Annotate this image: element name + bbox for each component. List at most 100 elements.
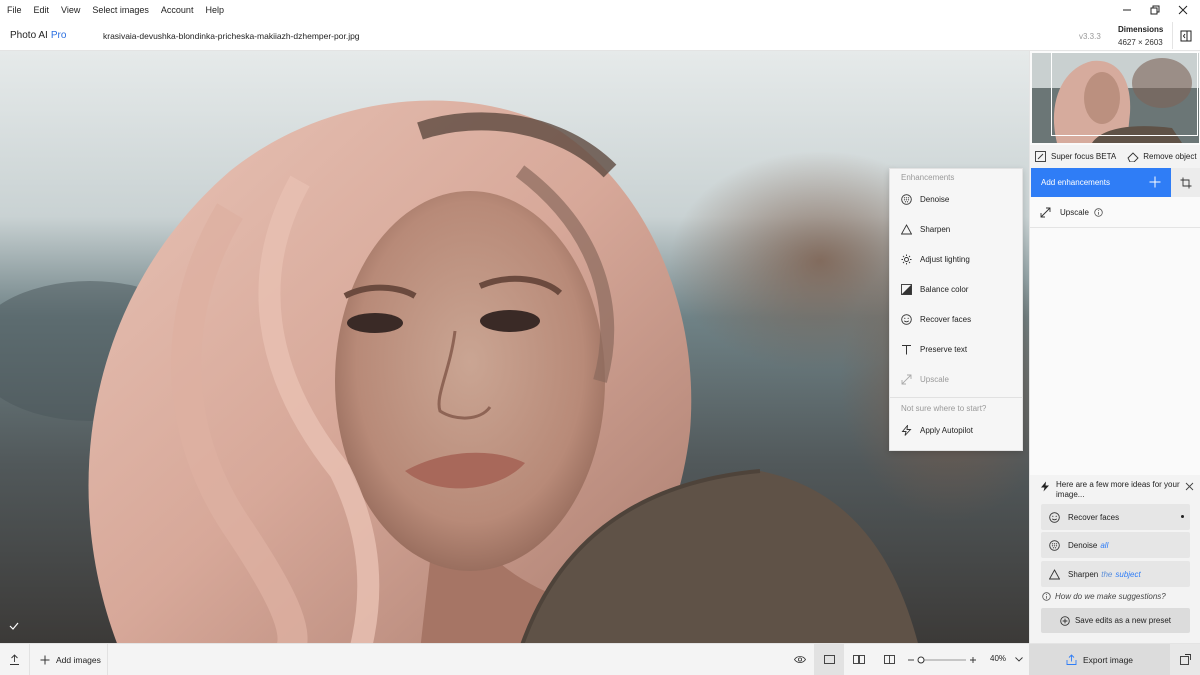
menu-edit[interactable]: Edit (28, 0, 56, 20)
close-suggestions-button[interactable] (1185, 482, 1194, 491)
denoise-icon (900, 193, 912, 205)
face-icon (1049, 511, 1060, 523)
menu-item-label: Recover faces (920, 314, 972, 324)
suggestion-modifier[interactable]: all (1100, 541, 1108, 550)
bottom-bar: Add images 40% Export image (0, 643, 1200, 675)
menu-item-apply-autopilot[interactable]: Apply Autopilot (890, 417, 1022, 443)
denoise-icon (1049, 539, 1060, 551)
menu-item-label: Denoise (920, 194, 950, 204)
eye-icon (794, 656, 806, 663)
enhancements-menu: Enhancements Denoise Sharpen Adjust ligh… (889, 168, 1023, 451)
suggestion-recover-faces[interactable]: Recover faces (1041, 504, 1190, 530)
dimensions-value: 4627 × 2603 (1118, 38, 1163, 47)
portrait-photo (0, 51, 1029, 643)
add-enhancements-button[interactable]: Add enhancements (1031, 168, 1171, 197)
suggestion-modifier[interactable]: subject (1115, 570, 1140, 579)
suggestion-sharpen[interactable]: Sharpen the subject (1041, 561, 1190, 587)
zoom-slider-handle (917, 656, 925, 663)
menu-select-images[interactable]: Select images (86, 0, 155, 20)
zoom-dropdown-button[interactable] (1012, 644, 1026, 675)
plus-circle-icon (1060, 615, 1070, 626)
add-images-button[interactable]: Add images (30, 644, 108, 675)
export-image-label: Export image (1082, 654, 1134, 665)
menubar: File Edit View Select images Account Hel… (0, 0, 1200, 20)
chevron-down-icon (1015, 657, 1023, 662)
how-suggestions-link[interactable]: How do we make suggestions? (1042, 592, 1166, 601)
menu-item-label: Upscale (920, 374, 949, 384)
single-view-button[interactable] (814, 644, 844, 675)
super-focus-button[interactable]: Super focus BETA (1035, 151, 1116, 162)
add-enhancements-label: Add enhancements (1041, 178, 1110, 187)
save-preset-button[interactable]: Save edits as a new preset (1041, 608, 1190, 633)
remove-object-button[interactable]: Remove object (1127, 151, 1197, 162)
menu-view[interactable]: View (55, 0, 86, 20)
eraser-icon (1127, 152, 1139, 162)
check-icon (9, 621, 19, 631)
image-canvas[interactable] (0, 51, 1029, 643)
zoom-in-icon (970, 656, 976, 663)
export-image-button[interactable]: Export image (1029, 644, 1170, 675)
menu-item-upscale: Upscale (890, 366, 1022, 392)
dimensions-label: Dimensions (1118, 25, 1164, 34)
header: Photo AI Pro krasivaia-devushka-blondinka… (0, 20, 1200, 51)
app-name: Photo AI (10, 30, 48, 41)
lighting-icon (900, 253, 912, 265)
export-settings-button[interactable] (1170, 644, 1200, 675)
menu-item-preserve-text[interactable]: Preserve text (890, 336, 1022, 362)
zoom-slider[interactable] (905, 644, 977, 675)
suggestions-panel: Here are a few more ideas for your image… (1030, 475, 1200, 643)
menu-item-recover-faces[interactable]: Recover faces (890, 306, 1022, 332)
viewport-frame[interactable] (1051, 52, 1198, 136)
upload-button[interactable] (0, 644, 30, 675)
panel-toggle-button[interactable] (1172, 22, 1198, 49)
upscale-icon (1040, 207, 1051, 217)
side-by-side-button[interactable] (844, 644, 874, 675)
enhancements-section-title: Enhancements (901, 173, 955, 182)
menu-item-label: Adjust lighting (920, 254, 970, 264)
restore-icon (1150, 5, 1160, 15)
menu-item-label: Sharpen (920, 224, 951, 234)
preview-toggle-button[interactable] (786, 644, 814, 675)
navigator (1030, 51, 1200, 145)
single-view-icon (823, 655, 835, 664)
upload-icon (10, 654, 19, 665)
sharpen-icon (1049, 568, 1060, 579)
menu-item-label: Apply Autopilot (920, 425, 973, 435)
suggestion-label: Recover faces (1068, 512, 1120, 522)
upscale-row[interactable]: Upscale (1030, 197, 1200, 228)
suggestion-modifier-prefix: the (1101, 569, 1113, 579)
lightning-icon (900, 424, 912, 436)
close-icon (1185, 482, 1194, 491)
close-window-button[interactable] (1160, 0, 1200, 20)
suggestion-denoise[interactable]: Denoise all (1041, 532, 1190, 558)
menu-item-denoise[interactable]: Denoise (890, 186, 1022, 212)
menu-account[interactable]: Account (155, 0, 200, 20)
app-title: Photo AI Pro (10, 30, 66, 41)
crop-icon (1180, 177, 1192, 188)
side-by-side-icon (853, 655, 865, 664)
menu-item-adjust-lighting[interactable]: Adjust lighting (890, 246, 1022, 272)
suggestion-label: Sharpen (1068, 569, 1099, 579)
zoom-slider-track (908, 656, 976, 663)
menu-item-label: Preserve text (920, 344, 968, 354)
menu-file[interactable]: File (0, 0, 28, 20)
right-panel: Super focus BETA Remove object Add enhan… (1029, 51, 1200, 643)
lightning-icon (1040, 481, 1050, 492)
menu-item-label: Balance color (920, 284, 969, 294)
enhancements-list-area (1030, 228, 1200, 475)
crop-button[interactable] (1171, 168, 1200, 197)
split-view-icon (883, 655, 895, 664)
menu-divider (890, 397, 1022, 398)
menu-help[interactable]: Help (199, 0, 230, 20)
super-focus-icon (1035, 151, 1046, 162)
how-suggestions-label: How do we make suggestions? (1055, 592, 1166, 601)
menu-item-sharpen[interactable]: Sharpen (890, 216, 1022, 242)
plus-icon (1149, 176, 1161, 188)
text-icon (900, 343, 912, 355)
menu-item-balance-color[interactable]: Balance color (890, 276, 1022, 302)
zoom-level[interactable]: 40% (990, 654, 1006, 663)
face-icon (900, 313, 912, 325)
export-settings-icon (1179, 654, 1191, 665)
split-view-button[interactable] (874, 644, 904, 675)
upscale-icon (900, 373, 912, 385)
